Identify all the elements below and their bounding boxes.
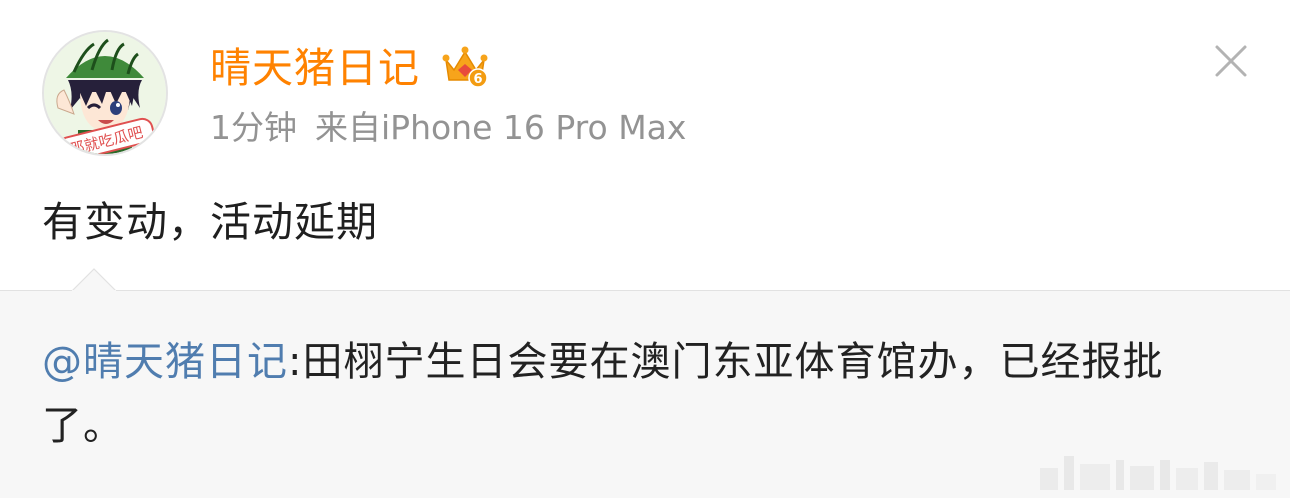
post-text: 有变动，活动延期 — [42, 198, 378, 246]
vip-level: 6 — [473, 72, 482, 87]
vip-crown-badge-icon[interactable]: 6 — [440, 40, 490, 90]
watermark-bars-icon — [1040, 456, 1276, 490]
close-icon[interactable] — [1206, 36, 1256, 86]
quoted-post-text: @晴天猪日记:田栩宁生日会要在澳门东亚体育馆办，已经报批了。 — [42, 330, 1232, 458]
weibo-post-card: 那就吃瓜吧 晴天猪日记 6 1分钟 来自iPhone 16 Pro Max 有变动… — [0, 0, 1290, 498]
post-meta: 1分钟 来自iPhone 16 Pro Max — [210, 104, 686, 152]
author-name[interactable]: 晴天猪日记 — [210, 40, 420, 96]
post-source: 来自iPhone 16 Pro Max — [315, 108, 687, 147]
quoted-author-mention[interactable]: @晴天猪日记 — [42, 339, 288, 385]
quote-arrow-icon — [72, 268, 116, 292]
post-time: 1分钟 — [210, 108, 297, 147]
anime-boy-watermelon-hat-avatar-icon: 那就吃瓜吧 — [44, 32, 166, 154]
author-avatar[interactable]: 那就吃瓜吧 — [42, 30, 168, 156]
